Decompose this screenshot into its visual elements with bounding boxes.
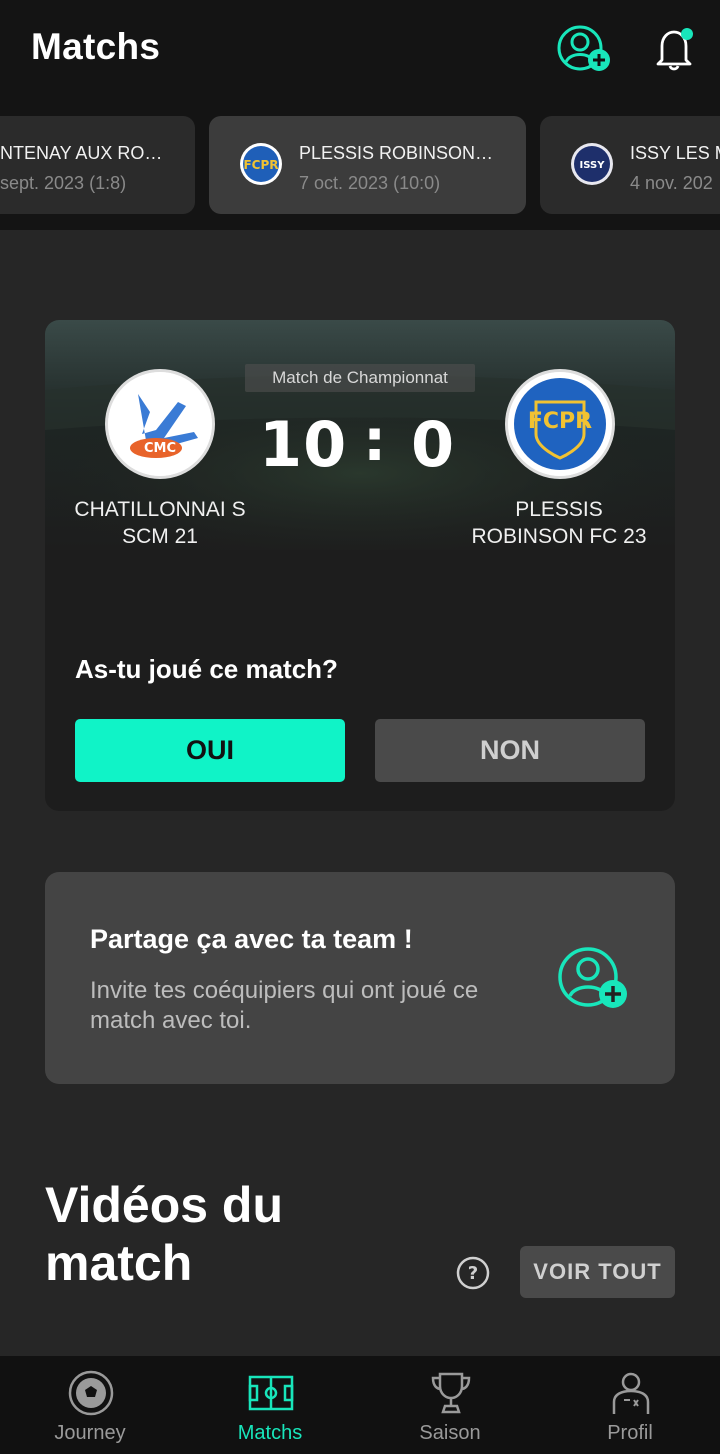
add-user-icon[interactable] (556, 24, 612, 74)
nav-matchs[interactable]: Matchs (180, 1356, 360, 1454)
nav-label: Saison (419, 1422, 481, 1444)
match-chip-plessis[interactable]: FCPR PLESSIS ROBINSON… 7 oct. 2023 (10:0… (209, 116, 526, 214)
match-card: Match de Championnat CMC 10 : 0 FCPR CHA… (45, 320, 675, 811)
cmc-logo-icon: CMC (108, 372, 212, 476)
share-title: Partage ça avec ta team ! (90, 924, 413, 954)
competition-tag: Match de Championnat (245, 364, 475, 392)
away-team-name: PLESSIS ROBINSON FC 23 (471, 498, 647, 548)
score-separator: : (363, 406, 387, 474)
home-team-name: CHATILLONNAI S SCM 21 (74, 498, 246, 548)
fcpr-logo-icon: FCPR (508, 372, 612, 476)
match-chip-fontenay[interactable]: NTENAY AUX RO… sept. 2023 (1:8) (0, 116, 195, 214)
share-card[interactable]: Partage ça avec ta team ! Invite tes coé… (45, 872, 675, 1084)
nav-label: Profil (607, 1422, 653, 1444)
page-title: Matchs (31, 26, 161, 67)
invite-teammates-icon[interactable] (557, 946, 633, 1012)
svg-text:FCPR: FCPR (528, 409, 592, 434)
played-question: As-tu joué ce match? (75, 654, 338, 684)
nav-journey[interactable]: Journey (0, 1356, 180, 1454)
match-chip-issy[interactable]: ISSY ISSY LES M 4 nov. 202 (540, 116, 720, 214)
svg-text:?: ? (468, 1263, 478, 1284)
bell-icon[interactable] (652, 24, 698, 72)
home-team-logo: CMC (108, 372, 212, 476)
chip-date: 7 oct. 2023 (10:0) (299, 173, 441, 193)
pitch-icon (248, 1375, 294, 1411)
help-icon[interactable]: ? (456, 1256, 490, 1290)
chip-date: sept. 2023 (1:8) (0, 173, 127, 193)
chip-team-name: NTENAY AUX RO… (0, 143, 163, 163)
videos-title: Vidéos du match (45, 1177, 284, 1291)
nav-profil[interactable]: Profil (540, 1356, 720, 1454)
nav-label: Journey (54, 1422, 126, 1444)
chip-date: 4 nov. 202 (630, 173, 713, 193)
no-button[interactable]: NON (375, 719, 645, 782)
trophy-icon (431, 1372, 471, 1414)
player-icon (612, 1372, 650, 1414)
share-description: Invite tes coéquipiers qui ont joué ce m… (90, 977, 479, 1034)
yes-button[interactable]: OUI (75, 719, 345, 782)
svg-text:FCPR: FCPR (243, 158, 278, 172)
soccer-ball-icon (68, 1370, 114, 1416)
chip-team-name: PLESSIS ROBINSON… (299, 143, 494, 163)
home-score: 10 (259, 408, 348, 481)
issy-logo-icon: ISSY (571, 143, 613, 185)
away-team-logo: FCPR (508, 372, 612, 476)
see-all-button[interactable]: VOIR TOUT (520, 1246, 675, 1298)
nav-saison[interactable]: Saison (360, 1356, 540, 1454)
chip-team-name: ISSY LES M (630, 143, 720, 163)
fcpr-logo-icon: FCPR (240, 143, 282, 185)
cmc-logo-text: CMC (144, 441, 176, 456)
bottom-nav: Journey Matchs Saison Profil (0, 1356, 720, 1454)
svg-text:ISSY: ISSY (580, 160, 606, 171)
away-score: 0 (411, 408, 456, 481)
nav-label: Matchs (237, 1422, 303, 1444)
top-bar: Matchs NTENAY AUX RO… sept. 2023 (1:8) F… (0, 0, 720, 230)
